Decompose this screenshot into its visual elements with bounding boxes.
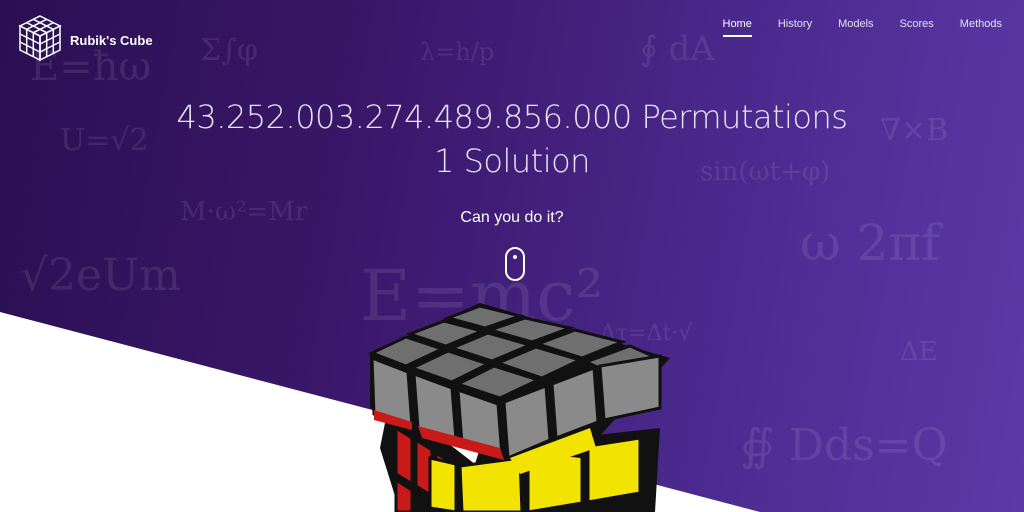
solution-line: 1 Solution: [434, 142, 590, 180]
cube-logo-icon: [18, 14, 62, 67]
brand-link[interactable]: Rubik's Cube: [18, 14, 153, 67]
nav-history[interactable]: History: [778, 18, 812, 37]
permutations-line: 43.252.003.274.489.856.000 Permutations: [176, 98, 848, 136]
nav-methods[interactable]: Methods: [960, 18, 1002, 37]
rubiks-cube-image: [368, 303, 670, 512]
nav-models[interactable]: Models: [838, 18, 873, 37]
nav-home[interactable]: Home: [722, 18, 752, 37]
hero-tagline: Can you do it?: [460, 209, 564, 226]
nav-scores[interactable]: Scores: [900, 18, 934, 37]
top-navigation: Rubik's Cube Home History Models Scores …: [0, 0, 1024, 62]
main-menu: Home History Models Scores Methods: [722, 18, 1002, 37]
mouse-scroll-icon[interactable]: [505, 247, 525, 281]
mouse-wheel: [513, 255, 517, 259]
hero-headline: 43.252.003.274.489.856.000 Permutations …: [0, 95, 1024, 183]
hero-section: E=ħω U=√2 √2eUm Σ∫φ E=mc² ∮ dA ω 2πf sin…: [0, 0, 1024, 512]
brand-name: Rubik's Cube: [70, 33, 153, 48]
